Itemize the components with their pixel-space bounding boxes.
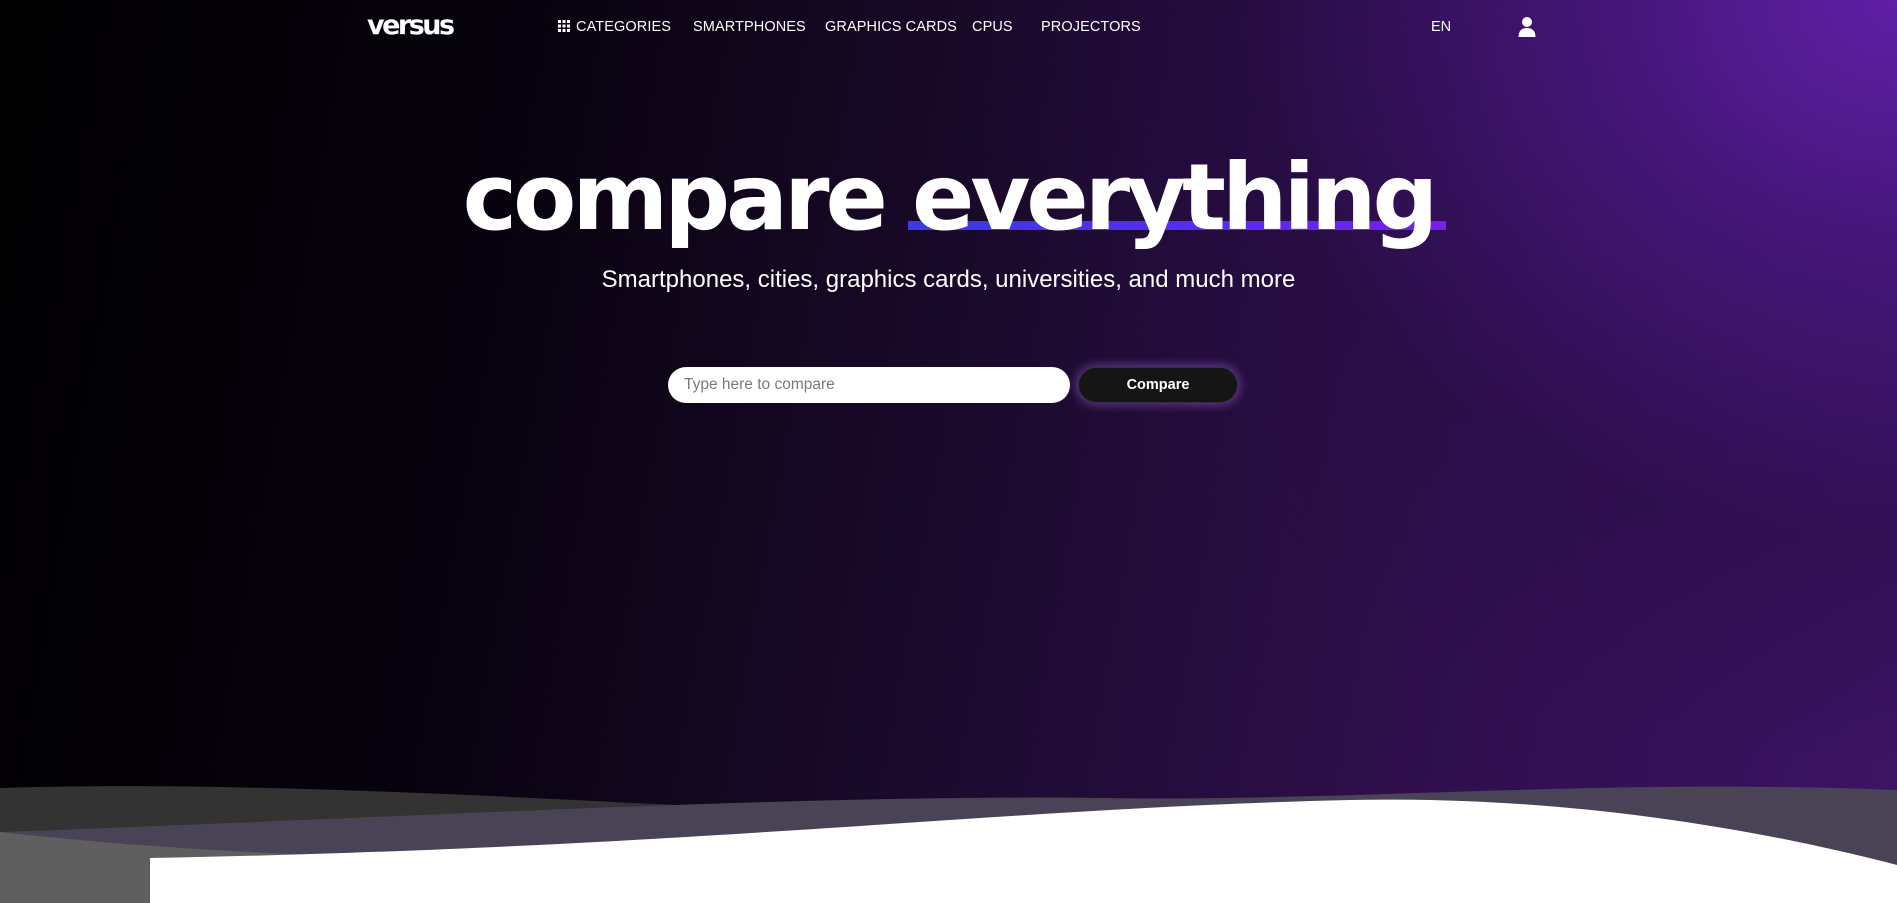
nav-projectors[interactable]: PROJECTORS [1041, 17, 1141, 37]
hero-headline: compare everything [0, 138, 1897, 258]
hero-background [0, 0, 1897, 903]
compare-button[interactable]: Compare [1078, 367, 1238, 403]
nav-categories-label: CATEGORIES [576, 19, 671, 35]
headline-everything: everything [911, 144, 1438, 251]
page: versus CATEGORIES SMARTPHONES GRAPHICS C… [0, 0, 1897, 903]
headline-accent: everything [907, 138, 1447, 258]
nav-smartphones[interactable]: SMARTPHONES [693, 17, 806, 37]
nav-cpus[interactable]: CPUS [972, 17, 1013, 37]
top-nav: versus CATEGORIES SMARTPHONES GRAPHICS C… [0, 0, 1897, 54]
search-input[interactable] [668, 367, 1070, 403]
wave-decoration [0, 786, 1897, 903]
versus-logo[interactable]: versus [367, 10, 455, 42]
user-icon[interactable] [1518, 16, 1536, 38]
nav-categories[interactable]: CATEGORIES [558, 17, 671, 37]
headline-compare: compare [462, 144, 888, 251]
grid-icon [558, 20, 570, 32]
hero-subtitle: Smartphones, cities, graphics cards, uni… [601, 266, 1296, 293]
nav-graphics-cards[interactable]: GRAPHICS CARDS [825, 17, 957, 37]
language-selector[interactable]: EN [1431, 17, 1451, 37]
